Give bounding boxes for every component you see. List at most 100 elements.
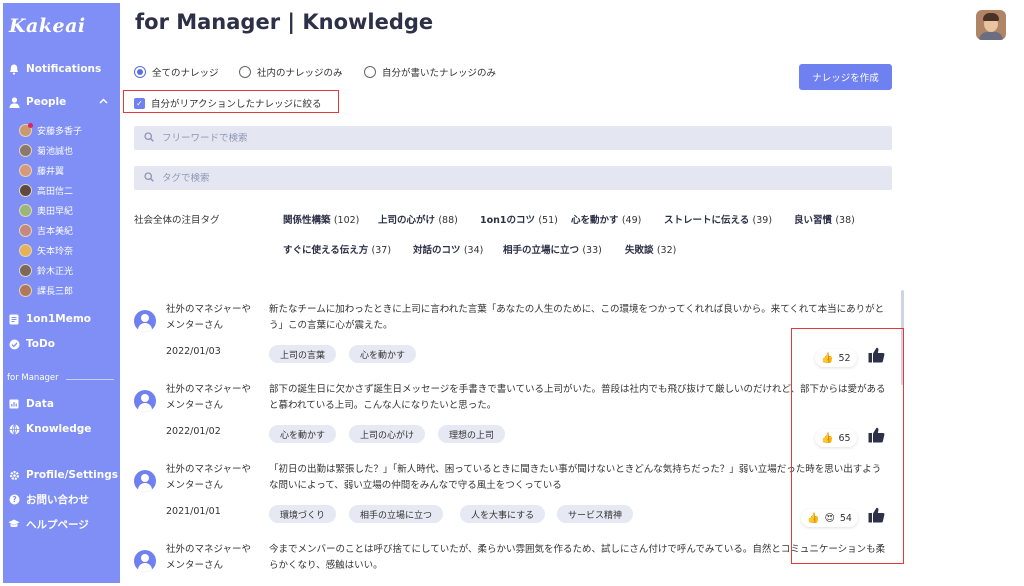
sidebar-section-label: for Manager	[7, 373, 59, 383]
hot-tags-label: 社会全体の注目タグ	[134, 215, 220, 226]
globe-icon	[7, 422, 21, 436]
hot-tag[interactable]: ストレートに伝える (39)	[664, 212, 772, 226]
sidebar-person[interactable]: 鈴木正光	[19, 261, 73, 279]
knowledge-date: 2021/01/01	[166, 506, 221, 517]
avatar	[19, 203, 32, 217]
knowledge-author: 社外のマネジャーやメンターさん	[166, 544, 252, 571]
chevron-up-icon[interactable]	[99, 97, 108, 107]
sidebar-person[interactable]: 藤井翼	[19, 161, 64, 179]
user-avatar-icon	[134, 390, 156, 412]
sidebar-item-todo[interactable]: ToDo	[3, 334, 120, 354]
sidebar-item-label: Knowledge	[26, 423, 92, 435]
highlight-reactions-annotation	[791, 328, 904, 564]
knowledge-tag[interactable]: 理想の上司	[438, 425, 506, 443]
highlight-checkbox-annotation	[123, 90, 339, 113]
knowledge-tag[interactable]: 心を動かす	[349, 345, 417, 363]
person-icon	[7, 95, 21, 109]
knowledge-item[interactable]: 社外のマネジャーやメンターさん 2022/01/03 新たなチームに加わったとき…	[134, 302, 894, 372]
sidebar-item-contact[interactable]: ? お問い合わせ	[3, 489, 120, 509]
sidebar-person[interactable]: 吉本美紀	[19, 221, 73, 239]
avatar	[19, 223, 32, 237]
hot-tag[interactable]: 上司の心がけ (88)	[378, 212, 458, 226]
hot-tag[interactable]: 心を動かす (49)	[571, 212, 641, 226]
question-circle-icon: ?	[7, 492, 21, 506]
sidebar-person[interactable]: 高田信二	[19, 181, 73, 199]
avatar	[19, 183, 32, 197]
graduation-cap-icon	[7, 517, 21, 531]
radio-button[interactable]	[239, 66, 251, 78]
knowledge-tag[interactable]: サービス精神	[557, 505, 634, 523]
radio-my-knowledge[interactable]: 自分が書いたナレッジのみ	[364, 65, 496, 79]
knowledge-date: 2022/01/03	[166, 346, 221, 357]
knowledge-date: 2022/01/02	[166, 426, 221, 437]
knowledge-tag[interactable]: 人を大事にする	[460, 505, 546, 523]
knowledge-tag[interactable]: 上司の言葉	[269, 345, 337, 363]
radio-button[interactable]	[364, 66, 376, 78]
sidebar-item-people[interactable]: People	[3, 92, 120, 112]
gear-icon	[7, 468, 21, 482]
check-circle-icon	[7, 337, 21, 351]
sidebar-item-label: 1on1Memo	[26, 313, 92, 325]
knowledge-tag[interactable]: 相手の立場に立つ	[349, 505, 444, 523]
knowledge-author: 社外のマネジャーやメンターさん	[166, 384, 252, 411]
hot-tag[interactable]: 良い習慣 (38)	[794, 212, 855, 226]
hot-tag[interactable]: すぐに使える伝え方 (37)	[283, 242, 391, 256]
hot-tag[interactable]: 対話のコツ (34)	[413, 242, 483, 256]
page-title: for Manager | Knowledge	[135, 10, 434, 34]
radio-internal-knowledge[interactable]: 社内のナレッジのみ	[239, 65, 343, 79]
hot-tag[interactable]: 関係性構築 (102)	[283, 212, 359, 226]
freeword-search-input[interactable]	[162, 132, 862, 144]
sidebar-item-1on1memo[interactable]: 1on1Memo	[3, 309, 120, 329]
sidebar-item-notifications[interactable]: Notifications	[3, 59, 120, 79]
hot-tag[interactable]: 失敗談 (32)	[625, 242, 676, 256]
knowledge-item[interactable]: 社外のマネジャーやメンターさん 2021/01/01 「初日の出勤は緊張した？」…	[134, 462, 894, 532]
avatar	[19, 263, 32, 277]
user-avatar[interactable]	[976, 10, 1006, 40]
sidebar-person[interactable]: 菊池誠也	[19, 141, 73, 159]
avatar	[19, 143, 32, 157]
user-avatar-icon	[134, 550, 156, 572]
bar-chart-icon	[7, 397, 21, 411]
avatar	[19, 163, 32, 177]
avatar	[19, 122, 33, 137]
sidebar-item-label: Profile/Settings	[26, 469, 118, 481]
knowledge-author: 社外のマネジャーやメンターさん	[166, 464, 252, 491]
knowledge-item[interactable]: 社外のマネジャーやメンターさん 今までメンバーのことは呼び捨てにしていたが、柔ら…	[134, 542, 894, 582]
sidebar-person[interactable]: 安藤多香子	[19, 121, 82, 139]
knowledge-tag[interactable]: 心を動かす	[269, 425, 337, 443]
sidebar: Kakeai Notifications People 安藤多香子 菊池誠也 藤…	[3, 3, 120, 583]
sidebar-person[interactable]: 奥田早紀	[19, 201, 73, 219]
divider	[66, 379, 114, 380]
knowledge-tag[interactable]: 環境づくり	[269, 505, 337, 523]
tag-search[interactable]	[134, 166, 892, 190]
hot-tag[interactable]: 1on1のコツ (51)	[480, 212, 558, 226]
radio-all-knowledge[interactable]: 全てのナレッジ	[134, 65, 219, 79]
sidebar-item-label: お問い合わせ	[26, 493, 89, 506]
svg-text:?: ?	[12, 495, 16, 504]
user-avatar-icon	[134, 310, 156, 332]
sidebar-item-label: ヘルプページ	[26, 518, 89, 531]
sidebar-item-knowledge[interactable]: Knowledge	[3, 419, 120, 439]
search-icon	[144, 171, 154, 185]
sidebar-item-label: Notifications	[26, 63, 102, 75]
radio-button-selected[interactable]	[134, 66, 146, 78]
knowledge-item[interactable]: 社外のマネジャーやメンターさん 2022/01/02 部下の誕生日に欠かさず誕生…	[134, 382, 894, 452]
create-knowledge-button[interactable]: ナレッジを作成	[799, 64, 892, 90]
sidebar-item-label: People	[26, 96, 67, 108]
bell-icon	[7, 62, 21, 76]
app-frame: Kakeai Notifications People 安藤多香子 菊池誠也 藤…	[0, 0, 1024, 586]
search-icon	[144, 131, 154, 145]
memo-icon	[7, 312, 21, 326]
sidebar-item-profile-settings[interactable]: Profile/Settings	[3, 465, 120, 485]
knowledge-tag[interactable]: 上司の心がけ	[349, 425, 426, 443]
sidebar-person[interactable]: 矢本玲奈	[19, 241, 73, 259]
sidebar-item-help[interactable]: ヘルプページ	[3, 514, 120, 534]
tag-search-input[interactable]	[162, 172, 862, 184]
sidebar-item-data[interactable]: Data	[3, 394, 120, 414]
freeword-search[interactable]	[134, 126, 892, 150]
user-avatar-icon	[134, 470, 156, 492]
sidebar-person[interactable]: 課長三郎	[19, 281, 73, 299]
app-logo[interactable]: Kakeai	[9, 15, 86, 37]
sidebar-item-label: Data	[26, 398, 54, 410]
hot-tag[interactable]: 相手の立場に立つ (33)	[503, 242, 602, 256]
